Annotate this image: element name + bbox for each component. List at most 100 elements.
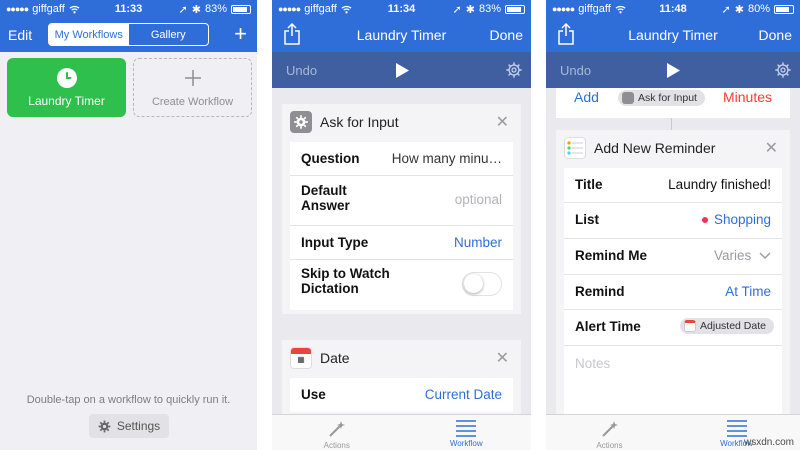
undo-button[interactable]: Undo [560,63,591,78]
remind-me-value[interactable]: Varies [714,248,771,263]
skip-dictation-label-line1: Skip to Watch [301,266,390,281]
workflow-tile-laundry-timer[interactable]: Laundry Timer [7,58,126,117]
action-parameters: Question How many minu… Default Answer op… [290,142,513,310]
close-icon[interactable]: ✕ [496,112,509,132]
calendar-icon [684,320,697,332]
battery-icon [773,4,794,14]
default-answer-field[interactable]: optional [455,192,502,207]
remind-me-row[interactable]: Remind Me Varies [564,239,782,275]
adjusted-date-variable[interactable]: Adjusted Date [680,318,774,334]
gear-icon [622,92,634,104]
workflow-tile-label: Laundry Timer [28,93,105,108]
battery-percent: 83% [478,3,501,15]
done-button[interactable]: Done [759,27,792,43]
gear-icon [98,420,111,432]
close-icon[interactable]: ✕ [765,138,778,158]
remind-me-value-label: Varies [713,248,752,263]
variable-label: Ask for Input [638,92,697,104]
tab-label: Actions [596,441,623,450]
wifi-icon [615,5,626,13]
workflow-editor-screen: ●●●●● giffgaff 11:34 ➚ ✱ 83% Laundry Timer … [272,0,531,450]
workflows-home-screen: ●●●●● giffgaff 11:33 ➚ ✱ 83% Edit My Workfl… [0,0,257,450]
remind-label: Remind [575,284,625,299]
chevron-down-icon [759,252,771,259]
input-type-row[interactable]: Input Type Number [290,226,513,260]
status-bar: ●●●●● giffgaff 11:48 ➚ ✱ 80% [546,0,800,18]
close-icon[interactable]: ✕ [496,348,509,368]
action-header: Add New Reminder ✕ [556,130,790,166]
signal-icon: ●●●●● [278,4,301,14]
default-answer-row[interactable]: Default Answer optional [290,176,513,226]
input-type-value[interactable]: Number [454,235,502,250]
edit-button[interactable]: Edit [8,27,32,43]
list-icon [726,420,747,437]
list-row[interactable]: List Shopping [564,203,782,239]
gear-icon[interactable] [505,61,523,79]
add-workflow-button[interactable]: + [234,19,247,49]
list-icon [456,420,477,437]
list-color-dot [701,217,708,224]
ask-for-input-variable[interactable]: Ask for Input [618,90,705,106]
status-time: 11:33 [114,3,143,15]
status-bar: ●●●●● giffgaff 11:33 ➚ ✱ 83% [0,0,257,18]
calendar-icon: ▦ [290,347,312,369]
action-connector [671,118,672,130]
action-title: Date [320,350,350,366]
remind-value[interactable]: At Time [725,284,771,299]
skip-dictation-label: Skip to Watch Dictation [301,266,390,296]
carrier-label: giffgaff [32,3,65,15]
create-workflow-tile[interactable]: Create Workflow [133,58,252,117]
previous-action-row[interactable]: Add Ask for Input Minutes [556,88,790,118]
use-row[interactable]: Use Current Date [290,378,513,412]
magic-wand-icon [601,421,618,437]
add-operation-label: Add [574,89,599,105]
undo-button[interactable]: Undo [286,63,317,78]
settings-button[interactable]: Settings [89,414,169,438]
question-value[interactable]: How many minu… [392,151,502,166]
remind-row[interactable]: Remind At Time [564,275,782,310]
workflow-editor-reminder-screen: ●●●●● giffgaff 11:48 ➚ ✱ 80% Laundry Timer … [546,0,800,450]
skip-dictation-toggle[interactable] [462,272,502,296]
nav-bar: Laundry Timer Done [272,18,531,52]
double-tap-hint: Double-tap on a workflow to quickly run … [26,394,231,406]
tab-actions[interactable]: Actions [272,419,402,450]
done-button[interactable]: Done [490,27,523,43]
tab-workflow[interactable]: Workflow [402,419,532,448]
signal-icon: ●●●●● [6,4,29,14]
notes-placeholder: Notes [575,356,611,371]
notes-field[interactable]: Notes [564,346,782,406]
tab-actions[interactable]: Actions [546,419,673,450]
title-label: Title [575,177,603,192]
add-new-reminder-action: Add New Reminder ✕ Title Laundry finishe… [556,130,790,420]
battery-percent: 80% [747,3,770,15]
clock-icon [56,67,77,88]
list-value[interactable]: Shopping [701,212,771,227]
tab-bar: Actions Workflow wsxdn.com [546,414,800,450]
question-row[interactable]: Question How many minu… [290,142,513,176]
location-icon: ➚ [452,3,462,16]
use-value[interactable]: Current Date [425,387,502,402]
action-parameters: Title Laundry finished! List Shopping Re… [564,168,782,420]
play-icon[interactable] [665,62,681,79]
bluetooth-icon: ✱ [734,3,744,16]
create-workflow-label: Create Workflow [151,95,234,108]
default-answer-label-line1: Default [301,183,347,198]
title-value[interactable]: Laundry finished! [668,177,771,192]
alert-time-row[interactable]: Alert Time Adjusted Date [564,310,782,346]
tab-my-workflows[interactable]: My Workflows [49,24,129,45]
tab-bar: Actions Workflow [272,414,531,450]
play-icon[interactable] [394,62,410,79]
gear-icon[interactable] [774,61,792,79]
wifi-icon [341,5,352,13]
tab-label: Actions [323,441,350,450]
bluetooth-icon: ✱ [465,3,475,16]
tab-gallery[interactable]: Gallery [129,24,209,45]
title-row[interactable]: Title Laundry finished! [564,168,782,203]
wifi-icon [69,5,80,13]
status-time: 11:48 [659,3,687,15]
ask-for-input-action: Ask for Input ✕ Question How many minu… … [282,104,521,314]
nav-bar: Laundry Timer Done [546,18,800,52]
minutes-unit-value[interactable]: Minutes [723,89,772,105]
magic-wand-icon [329,421,345,437]
action-header: ▦ Date ✕ [282,340,521,376]
